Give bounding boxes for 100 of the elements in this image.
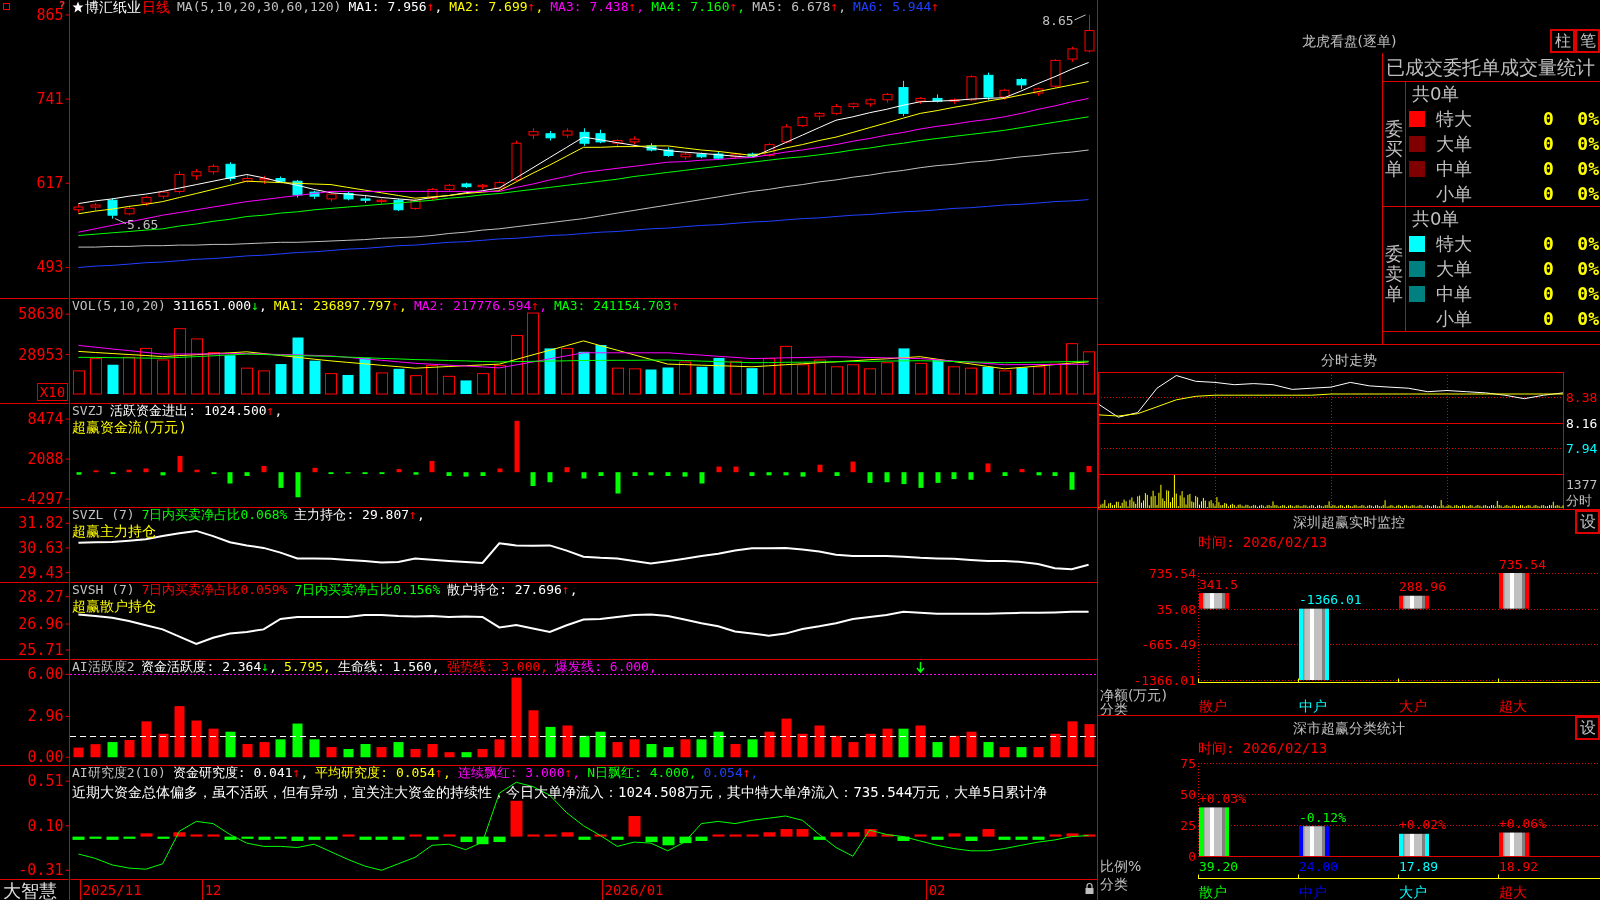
legend-item: MA3: 7.438↑, [550, 0, 645, 14]
panel-title: 分时走势 [1321, 351, 1377, 369]
time-label: 时间: 2026/02/13 [1198, 534, 1328, 550]
axis-label: 0.51 [27, 772, 64, 791]
order-count: 0 [1543, 282, 1554, 305]
axis-label: 8.38 [1566, 390, 1598, 405]
order-count: 0 [1543, 132, 1554, 155]
value-label: 18.92 [1499, 858, 1539, 874]
legend-item: 主力持仓: 29.807↑, [294, 508, 425, 522]
category-label: 中户 [1299, 698, 1327, 714]
axis-label: 30.63 [18, 538, 64, 557]
category-label: 中户 [1299, 884, 1327, 900]
order-size-label: 中单 [1436, 157, 1472, 180]
legend-item: MA4: 7.160↑, [651, 0, 746, 14]
axis-label: 0 [1188, 849, 1196, 864]
legend-item: 311651.000↓, [172, 299, 267, 313]
value-label: 24.00 [1299, 858, 1339, 874]
date-label: 2025/11 [82, 882, 142, 898]
legend-item: MA5: 6.678↑, [752, 0, 847, 14]
order-size-label: 小单 [1436, 307, 1472, 330]
axis-label: 29.43 [18, 563, 64, 582]
axis-title: 分类 [1100, 701, 1128, 715]
axis-label: 2.96 [27, 707, 64, 726]
price-callout: 5.65 [114, 217, 159, 233]
stock-name: 博汇纸业 [85, 0, 141, 14]
indicator-name: 超赢主力持仓 [72, 523, 156, 539]
axis-label: 1377 [1566, 476, 1598, 492]
axis-title: 净额(万元) [1100, 687, 1167, 703]
axis-label: 28953 [18, 345, 64, 364]
annotation: 5.65 [127, 217, 159, 233]
order-size-label: 中单 [1436, 282, 1472, 305]
indicator-name: 超赢散户持仓 [72, 598, 156, 614]
axis-label: 75 [1180, 756, 1196, 771]
value-label: 17.89 [1399, 858, 1439, 874]
category-label: 超大 [1499, 698, 1527, 714]
legend-item: 活跃资金进出: 1024.500↑, [110, 404, 283, 418]
axis-label: 0.10 [27, 816, 64, 835]
indicator-title: SVZJ [72, 404, 104, 418]
order-share: 0% [1577, 282, 1599, 305]
axis-label: 28.27 [18, 587, 64, 606]
group-total: 共0单 [1412, 208, 1460, 230]
indicator-title: SVSH (7) [72, 583, 135, 597]
order-size-label: 特大 [1436, 107, 1472, 130]
axis-label: 50 [1180, 787, 1196, 802]
panel-title: 深市超赢分类统计 [1293, 719, 1405, 737]
axis-label: -665.49 [1141, 637, 1196, 652]
legend-item: N日飘红: 4.000, [587, 766, 697, 780]
legend-item: MA1: 7.956↑, [348, 0, 443, 14]
order-share: 0% [1577, 257, 1599, 280]
legend-item: MA3: 241154.703↑ [554, 299, 680, 313]
axis-label: -0.31 [18, 861, 64, 880]
legend-item: 7日内买卖净占比0.156% [294, 583, 441, 597]
legend-item: 连续飘红: 3.000↑, [457, 766, 581, 780]
brand-label: 大智慧 [3, 879, 57, 900]
legend-item: 爆发线: 6.000, [555, 660, 657, 674]
indicator-title: AI活跃度2 [72, 660, 135, 674]
axis-label: 6.00 [27, 665, 64, 684]
legend-item: 散户持仓: 27.696↑, [447, 583, 578, 597]
axis-label: 分时 [1566, 492, 1592, 508]
legend-item: MA6: 5.944↑ [853, 0, 940, 14]
date-label: 2026/01 [604, 882, 664, 898]
legend-item: 5.795, [283, 660, 331, 674]
change-label: +0.06% [1499, 816, 1546, 832]
axis-title: 比例% [1100, 858, 1142, 874]
category-label: 散户 [1199, 884, 1227, 900]
axis-label: 26.96 [18, 615, 64, 633]
axis-label: 735.54 [1149, 566, 1196, 581]
category-label: 大户 [1399, 884, 1427, 900]
unit-label: X10 [37, 383, 68, 401]
order-share: 0% [1577, 232, 1599, 255]
order-count: 0 [1543, 182, 1554, 205]
order-share: 0% [1577, 107, 1599, 130]
order-count: 0 [1543, 257, 1554, 280]
group-label: 委买单 [1385, 119, 1403, 179]
axis-title: 分类 [1100, 876, 1128, 892]
axis-label: -1366.01 [1133, 673, 1196, 688]
order-count: 0 [1543, 307, 1554, 330]
order-share: 0% [1577, 307, 1599, 330]
axis-label: 617 [36, 174, 64, 193]
change-label: +0.02% [1399, 817, 1446, 833]
table-title: 已成交委托单成交量统计 [1386, 56, 1595, 78]
legend-item: 生命线: 1.560, [337, 660, 440, 674]
order-size-label: 大单 [1436, 257, 1472, 280]
legend-item: 强势线: 3.000, [446, 660, 549, 674]
legend-item: MA2: 7.699↑, [449, 0, 544, 14]
panel-title: 龙虎看盘(逐单) [1301, 32, 1397, 50]
value-label: 39.20 [1199, 858, 1239, 874]
axis-label: 0.00 [27, 748, 64, 766]
order-size-label: 特大 [1436, 232, 1472, 255]
value-label: 341.5 [1199, 576, 1239, 592]
category-label: 大户 [1399, 698, 1427, 714]
order-share: 0% [1577, 157, 1599, 180]
axis-label: 2088 [27, 450, 64, 469]
legend-item: MA(5,10,20,30,60,120) [177, 0, 342, 14]
axis-label: 58630 [18, 305, 64, 324]
value-label: 288.96 [1399, 579, 1446, 595]
axis-label: 7.94 [1566, 441, 1598, 456]
group-total: 共0单 [1412, 83, 1460, 105]
value-label: 735.54 [1499, 556, 1546, 572]
axis-label: 25 [1180, 818, 1196, 833]
